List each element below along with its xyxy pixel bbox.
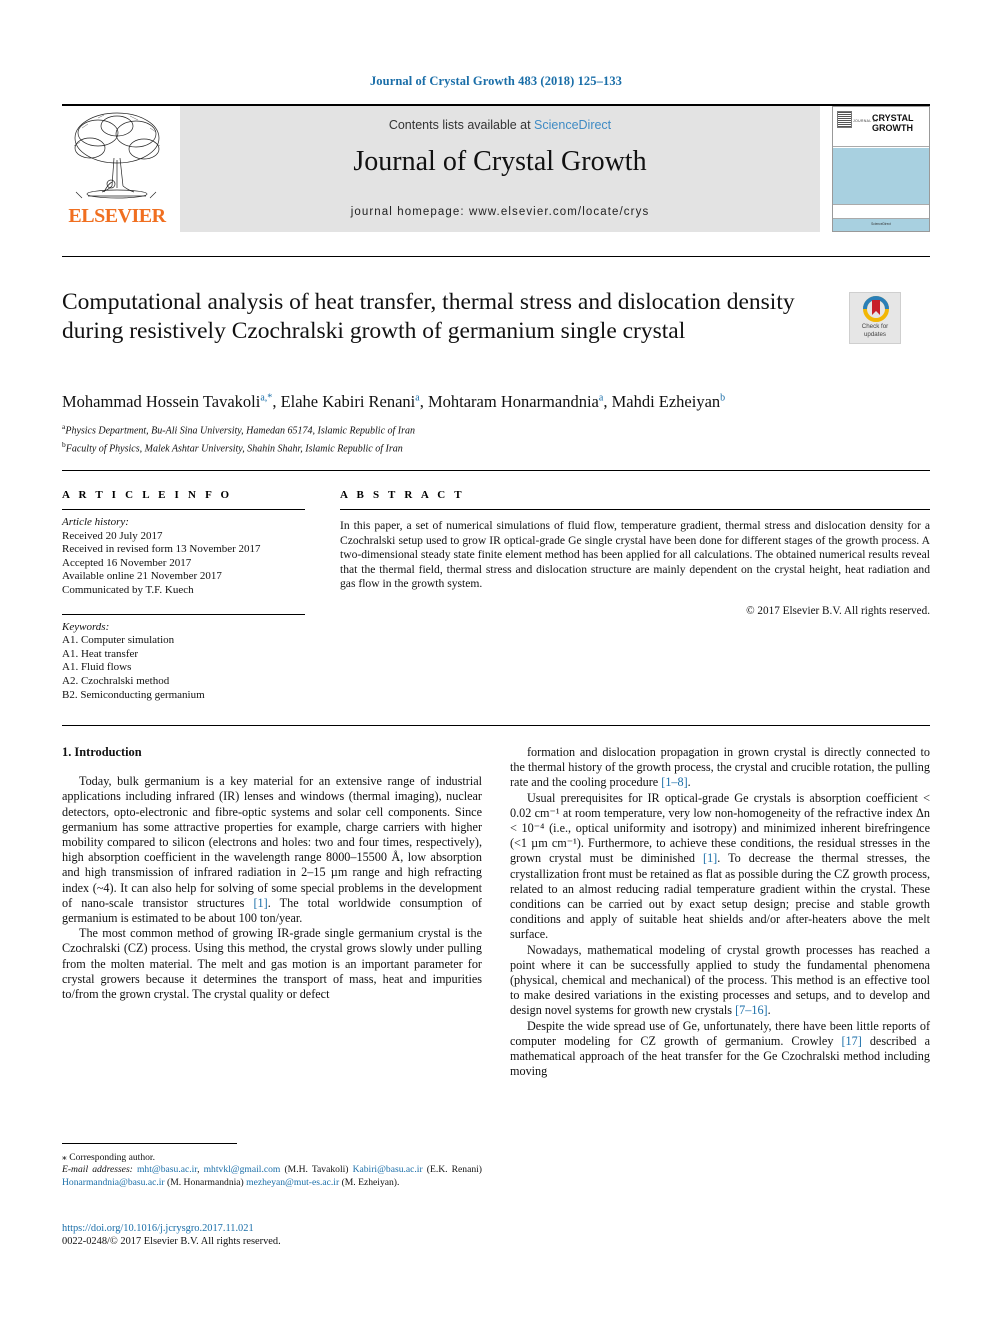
keywords-block: Keywords: A1. Computer simulation A1. He…	[62, 621, 312, 703]
body-column-right: formation and dislocation propagation in…	[510, 745, 930, 1079]
paragraph: Nowadays, mathematical modeling of cryst…	[510, 942, 930, 1018]
paragraph: Usual prerequisites for IR optical-grade…	[510, 790, 930, 942]
keyword-item: A1. Fluid flows	[62, 661, 132, 674]
contents-available-line: Contents lists available at ScienceDirec…	[180, 118, 820, 132]
info-bottom-rule	[62, 725, 930, 726]
cover-footer-text: ScienceDirect	[871, 222, 891, 226]
running-head: Journal of Crystal Growth 483 (2018) 125…	[369, 74, 623, 88]
cover-title: CRYSTAL GROWTH	[872, 113, 914, 133]
cover-title-line2: GROWTH	[872, 123, 913, 133]
citation-ref[interactable]: [1–8]	[661, 775, 687, 789]
keywords-label: Keywords:	[62, 620, 110, 633]
article-info-heading: A R T I C L E I N F O	[62, 489, 233, 501]
article-info-column: A R T I C L E I N F O Article history: R…	[62, 489, 312, 702]
article-history-label: Article history:	[62, 516, 129, 528]
footnote-rule	[62, 1143, 237, 1144]
abstract-rule	[340, 509, 930, 510]
keywords-rule	[62, 613, 305, 615]
email-label: E-mail addresses:	[62, 1164, 133, 1176]
email-owner: (M. Ezheiyan).	[341, 1176, 400, 1188]
email-link[interactable]: mezheyan@mut-es.ac.ir	[246, 1177, 339, 1188]
email-link[interactable]: Honarmandnia@basu.ac.ir	[62, 1177, 165, 1188]
article-history-block: Article history: Received 20 July 2017 R…	[62, 516, 312, 598]
cover-title-line1: CRYSTAL	[872, 113, 914, 123]
history-item: Accepted 16 November 2017	[62, 556, 192, 569]
article-info-rule	[62, 509, 305, 510]
section-heading-introduction: 1. Introduction	[62, 745, 142, 759]
cover-image-band	[833, 148, 929, 205]
history-item: Communicated by T.F. Kuech	[62, 583, 194, 596]
doi-link[interactable]: https://doi.org/10.1016/j.jcrysgro.2017.…	[62, 1223, 254, 1234]
history-item: Available online 21 November 2017	[62, 570, 222, 583]
keyword-item: B2. Semiconducting germanium	[62, 688, 205, 701]
crossmark-badge[interactable]: Check for updates	[849, 292, 901, 344]
email-owner: (M.H. Tavakoli)	[284, 1164, 349, 1176]
cover-footer-band: ScienceDirect	[833, 219, 929, 231]
crossmark-label: Check for updates	[850, 323, 900, 338]
footnote-block: ⁎ Corresponding author. E-mail addresses…	[62, 1152, 482, 1189]
citation-ref[interactable]: [7–16]	[735, 1003, 768, 1017]
paper-page: Journal of Crystal Growth 483 (2018) 125…	[0, 0, 992, 1323]
cover-white-strip	[833, 205, 929, 219]
elsevier-logo: ELSEVIER	[62, 106, 172, 232]
citation-ref[interactable]: [17]	[841, 1034, 861, 1048]
page-title: Computational analysis of heat transfer,…	[62, 289, 795, 344]
abstract-copyright: © 2017 Elsevier B.V. All rights reserved…	[746, 604, 930, 617]
journal-cover-thumbnail: JOURNAL OF CRYSTAL GROWTH ScienceDirect	[832, 106, 930, 232]
email-link[interactable]: mht@basu.ac.ir	[137, 1164, 197, 1175]
cover-top-section: JOURNAL OF CRYSTAL GROWTH	[833, 107, 929, 147]
citation-ref[interactable]: [1]	[703, 851, 717, 865]
email-owner: (E.K. Renani)	[426, 1164, 482, 1176]
email-addresses-note: E-mail addresses: mht@basu.ac.ir, mhtvkl…	[62, 1164, 482, 1189]
abstract-column: A B S T R A C T In this paper, a set of …	[340, 489, 930, 617]
cover-publisher-mark-icon	[837, 111, 852, 128]
elsevier-wordmark: ELSEVIER	[68, 205, 166, 227]
issn-copyright-line: 0022-0248/© 2017 Elsevier B.V. All right…	[62, 1236, 281, 1247]
affiliation-a: aPhysics Department, Bu-Ali Sina Univers…	[62, 420, 930, 438]
journal-masthead: ELSEVIER Contents lists available at Sci…	[62, 106, 930, 234]
email-owner: (M. Honarmandnia)	[167, 1176, 244, 1188]
info-top-rule	[62, 470, 930, 471]
history-item: Received in revised form 13 November 201…	[62, 543, 261, 556]
masthead-center-band: Contents lists available at ScienceDirec…	[180, 106, 820, 232]
paragraph: Today, bulk germanium is a key material …	[62, 774, 482, 926]
email-link[interactable]: Kabiri@basu.ac.ir	[353, 1164, 423, 1175]
citation-ref[interactable]: [1]	[253, 896, 267, 910]
history-item: Received 20 July 2017	[62, 529, 163, 542]
email-link[interactable]: mhtvkl@gmail.com	[204, 1164, 281, 1175]
abstract-text: In this paper, a set of numerical simula…	[340, 519, 930, 591]
body-column-left: 1. Introduction Today, bulk germanium is…	[62, 745, 482, 1002]
contents-prefix: Contents lists available at	[388, 118, 535, 132]
paragraph: The most common method of growing IR-gra…	[62, 926, 482, 1002]
check-for-updates-icon	[863, 296, 889, 322]
crossmark-line1: Check for	[861, 323, 889, 330]
elsevier-tree-icon	[73, 112, 161, 199]
paragraph: formation and dislocation propagation in…	[510, 745, 930, 790]
affiliation-text-a: Physics Department, Bu-Ali Sina Universi…	[65, 425, 416, 437]
journal-title: Journal of Crystal Growth	[353, 146, 647, 177]
affiliation-b: bFaculty of Physics, Malek Ashtar Univer…	[62, 438, 930, 456]
title-separator-rule	[62, 256, 930, 257]
keyword-item: A1. Computer simulation	[62, 634, 175, 647]
affiliation-text-b: Faculty of Physics, Malek Ashtar Univers…	[65, 443, 403, 455]
keyword-item: A2. Czochralski method	[62, 674, 170, 687]
affiliation-list: aPhysics Department, Bu-Ali Sina Univers…	[62, 420, 930, 456]
journal-homepage[interactable]: journal homepage: www.elsevier.com/locat…	[180, 206, 820, 218]
corresponding-author-note: ⁎ Corresponding author.	[62, 1152, 155, 1163]
doi-block: https://doi.org/10.1016/j.jcrysgro.2017.…	[62, 1222, 482, 1248]
abstract-heading: A B S T R A C T	[340, 489, 465, 501]
sciencedirect-link[interactable]: ScienceDirect	[534, 118, 611, 132]
paragraph: Despite the wide spread use of Ge, unfor…	[510, 1018, 930, 1079]
author-list: Mohammad Hossein Tavakolia,*, Elahe Kabi…	[62, 392, 726, 411]
keyword-item: A1. Heat transfer	[62, 647, 139, 660]
crossmark-line2: updates	[863, 330, 887, 338]
